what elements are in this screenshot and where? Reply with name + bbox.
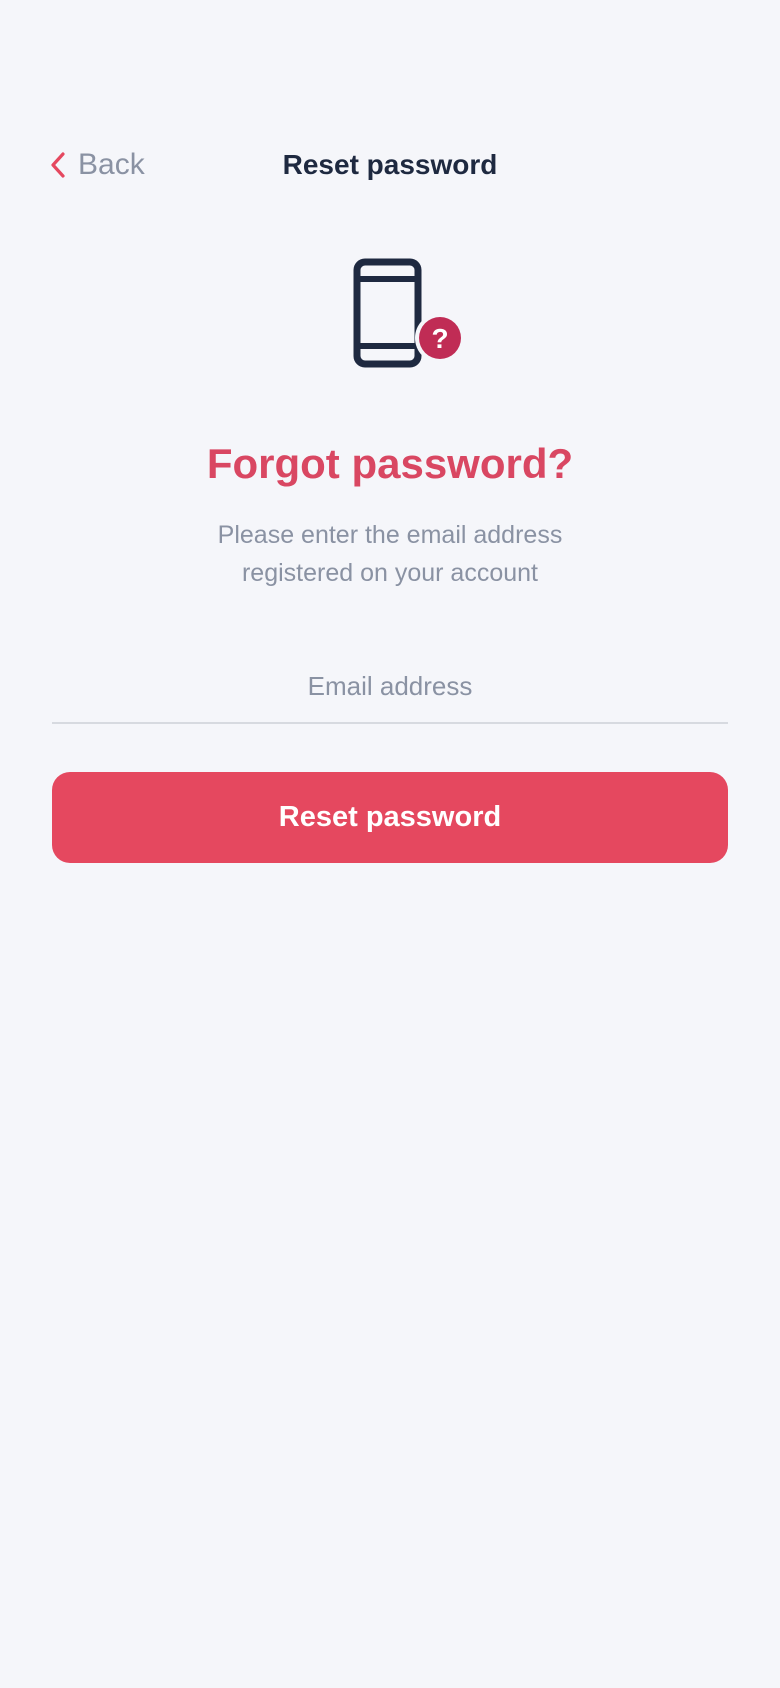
reset-password-button[interactable]: Reset password [52, 772, 728, 863]
chevron-left-icon [50, 152, 66, 178]
email-field-container [52, 650, 728, 724]
badge-glyph: ? [431, 323, 448, 354]
email-input[interactable] [52, 650, 728, 722]
illustration: ? [350, 258, 470, 370]
instructions-text: Please enter the email address registere… [0, 516, 780, 592]
smartphone-icon [353, 258, 422, 368]
reset-password-screen: Back Reset password ? Forgot password? P… [0, 0, 780, 1688]
instructions-line-1: Please enter the email address [217, 521, 563, 549]
question-mark-icon: ? [415, 313, 465, 363]
header: Back Reset password [0, 140, 780, 190]
instructions-line-2: registered on your account [241, 559, 538, 587]
forgot-password-heading: Forgot password? [206, 440, 574, 487]
back-button[interactable]: Back [50, 140, 145, 190]
back-label: Back [78, 148, 145, 181]
